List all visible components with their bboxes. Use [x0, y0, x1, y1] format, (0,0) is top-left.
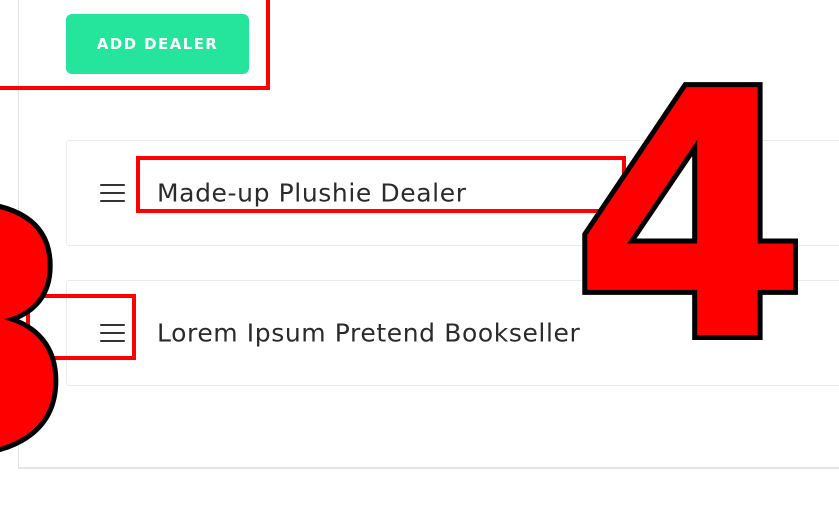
card-left-border — [18, 0, 19, 468]
dealer-page: ADD DEALER Made-up Plushie Dealer Lorem … — [0, 0, 839, 512]
hamburger-icon[interactable] — [100, 324, 125, 342]
dealer-name: Lorem Ipsum Pretend Bookseller — [157, 318, 581, 348]
add-dealer-button[interactable]: ADD DEALER — [66, 14, 249, 74]
hamburger-icon[interactable] — [100, 184, 125, 202]
card-bottom-border — [18, 467, 839, 469]
dealer-list: Made-up Plushie Dealer Lorem Ipsum Prete… — [66, 140, 839, 420]
dealer-row[interactable]: Made-up Plushie Dealer — [66, 140, 839, 246]
dealer-row[interactable]: Lorem Ipsum Pretend Bookseller — [66, 280, 839, 386]
dealer-name: Made-up Plushie Dealer — [157, 178, 467, 208]
